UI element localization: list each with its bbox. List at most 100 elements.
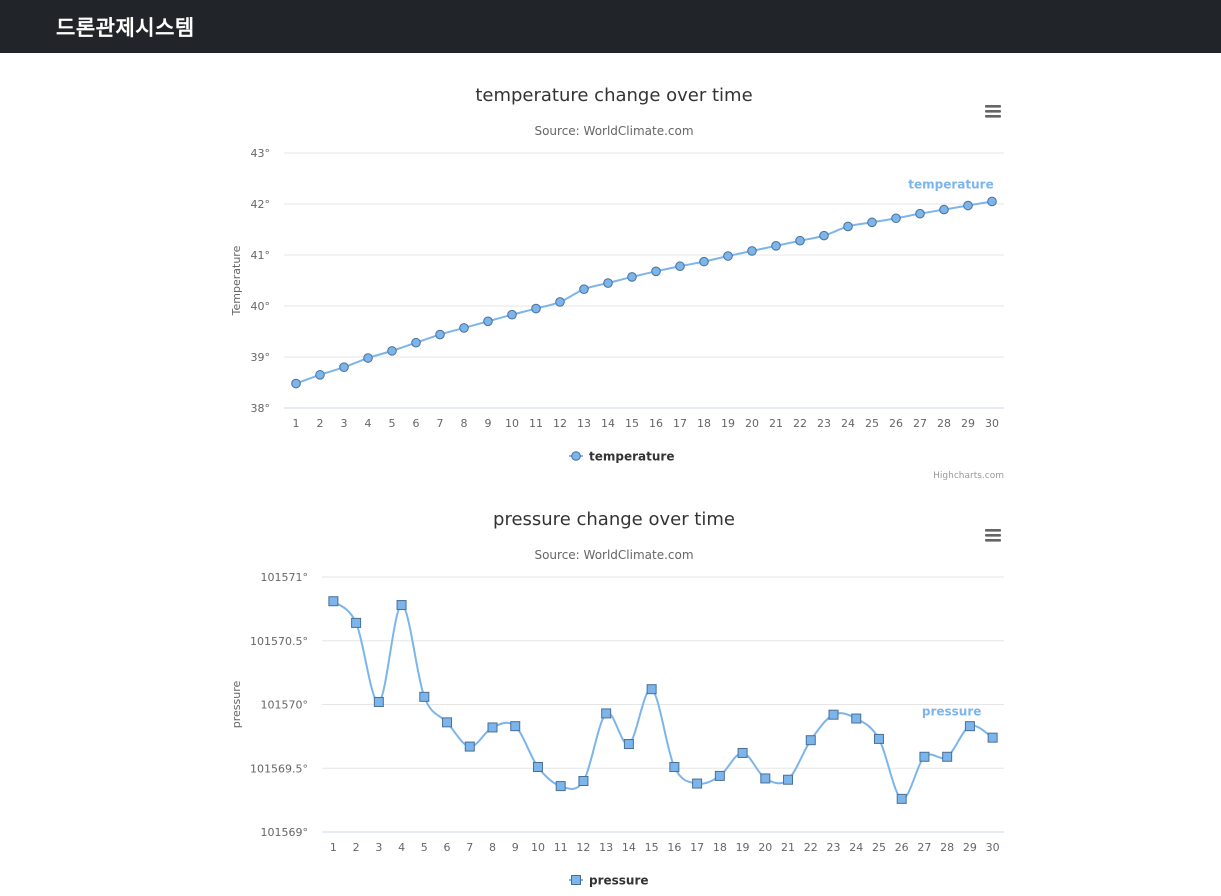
data-point[interactable] [915,208,925,219]
chart-title: temperature change over time [475,85,752,106]
data-point[interactable] [714,770,725,781]
data-point[interactable] [939,204,949,215]
legend-item[interactable]: pressure [569,874,649,888]
data-point[interactable] [699,256,709,267]
x-tick-label: 7 [466,841,473,854]
data-point[interactable] [532,761,543,772]
pressure-chart-container: pressure change over time Source: WorldCl… [0,489,1221,892]
data-point[interactable] [896,793,907,804]
data-point[interactable] [291,378,301,389]
data-point[interactable] [692,778,703,789]
x-tick-label: 16 [649,417,663,430]
menu-bar [985,115,1001,118]
x-tick-label: 12 [553,417,567,430]
data-point[interactable] [771,241,781,251]
y-tick-label: 41° [251,249,271,262]
data-point[interactable] [464,741,475,752]
data-point[interactable] [760,773,771,784]
x-tick-label: 25 [865,417,879,430]
data-point[interactable] [795,235,805,246]
data-point[interactable] [963,200,973,211]
x-tick-label: 20 [758,841,772,854]
data-point[interactable] [603,278,613,288]
data-point[interactable] [942,751,953,762]
x-tick-label: 30 [985,417,999,430]
navbar: 드론관제시스템 [0,0,1221,53]
data-point[interactable] [459,323,469,333]
y-tick-label: 42° [251,198,271,211]
data-point[interactable] [987,732,998,743]
data-point[interactable] [363,353,373,363]
data-point[interactable] [891,213,901,224]
data-point[interactable] [510,721,521,732]
data-point[interactable] [646,684,657,695]
x-tick-label: 2 [317,417,324,430]
x-tick-label: 14 [601,417,615,430]
data-point[interactable] [783,774,794,785]
data-point[interactable] [819,230,829,241]
y-tick-label: 38° [251,402,271,415]
x-tick-label: 21 [781,841,795,854]
x-tick-label: 25 [872,841,886,854]
data-point[interactable] [964,721,975,732]
data-point[interactable] [396,600,407,611]
x-tick-label: 26 [889,417,903,430]
brand-title[interactable]: 드론관제시스템 [56,12,195,42]
data-point[interactable] [435,329,445,340]
x-tick-label: 16 [667,841,681,854]
data-point[interactable] [579,284,589,294]
data-point[interactable] [747,246,757,256]
chart-menu-icon[interactable] [985,529,1001,542]
x-tick-label: 11 [529,417,543,430]
data-point[interactable] [867,217,877,228]
x-tick-label: 30 [986,841,1000,854]
data-point[interactable] [987,196,997,207]
data-point[interactable] [843,221,853,232]
x-tick-label: 22 [804,841,818,854]
data-point[interactable] [578,776,589,786]
x-tick-label: 13 [577,417,591,430]
data-point[interactable] [873,733,884,744]
x-tick-label: 27 [917,841,931,854]
data-point[interactable] [419,691,430,702]
data-point[interactable] [351,617,362,628]
data-point[interactable] [531,303,541,314]
legend-label: pressure [589,874,649,888]
data-point[interactable] [387,346,397,356]
data-point[interactable] [339,362,349,373]
data-point[interactable] [483,316,493,327]
chart-menu-icon[interactable] [985,105,1001,118]
data-point[interactable] [737,747,748,758]
data-point[interactable] [442,717,453,728]
data-point[interactable] [555,297,565,307]
y-tick-label: 101570.5° [250,635,308,648]
y-tick-label: 43° [251,147,271,160]
data-point[interactable] [851,713,862,724]
data-point[interactable] [651,266,661,277]
data-point[interactable] [805,735,816,746]
data-point[interactable] [555,781,566,792]
data-point[interactable] [328,596,339,607]
data-point[interactable] [828,709,839,720]
legend-symbol [571,875,581,885]
data-point[interactable] [723,251,733,261]
legend-item[interactable]: temperature [569,450,674,464]
data-point[interactable] [315,370,325,380]
x-tick-label: 6 [444,841,451,854]
data-point[interactable] [919,751,930,762]
credits-link[interactable]: Highcharts.com [933,471,1004,481]
data-point[interactable] [675,261,685,272]
x-tick-label: 3 [341,417,348,430]
x-tick-label: 28 [937,417,951,430]
data-point[interactable] [601,708,612,719]
data-point[interactable] [373,696,384,707]
data-point[interactable] [507,309,517,320]
x-tick-label: 9 [512,841,519,854]
data-point[interactable] [669,761,680,772]
y-tick-label: 101570° [261,699,309,712]
data-point[interactable] [627,272,637,282]
data-point[interactable] [411,337,421,348]
data-point[interactable] [487,722,498,733]
y-tick-label: 101569.5° [250,762,308,775]
data-point[interactable] [623,739,634,750]
